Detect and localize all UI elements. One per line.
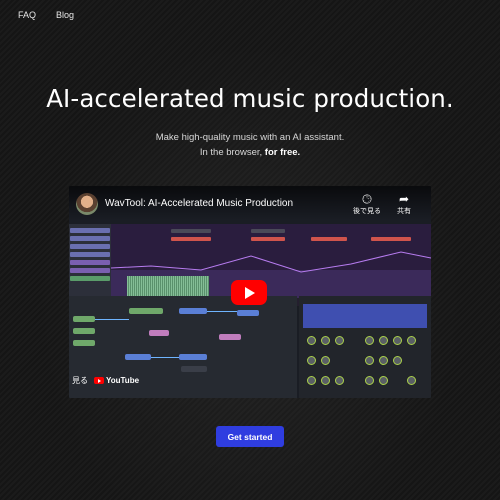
daw-clip [171,229,211,233]
clock-icon: 🕒︎ [362,192,372,206]
graph-node [73,340,95,346]
knob-icon [379,376,388,385]
graph-wire [151,357,179,358]
knob-icon [379,356,388,365]
graph-node [125,354,151,360]
youtube-play-icon [94,377,104,384]
hero-subtitle-prefix: In the browser, [199,147,263,158]
graph-node [179,308,207,314]
watch-later-label: 後で見る [353,208,381,215]
daw-track [70,236,110,241]
video-embed[interactable]: WavTool: AI-Accelerated Music Production… [69,186,431,398]
get-started-button[interactable]: Get started [216,426,284,447]
knob-icon [393,356,402,365]
daw-track [70,252,110,257]
share-icon: ➦ [398,192,410,206]
daw-track [70,276,110,281]
knob-icon [321,356,330,365]
hero-subtitle-line1: Make high-quality music with an AI assis… [155,132,345,143]
play-button[interactable] [231,280,267,305]
nav-blog-link[interactable]: Blog [56,10,74,20]
hero-subtitle: Make high-quality music with an AI assis… [0,130,500,160]
graph-node [149,330,169,336]
daw-clip [311,237,347,241]
graph-wire [207,311,237,312]
knob-icon [407,336,416,345]
knob-icon [393,336,402,345]
youtube-wordmark: YouTube [106,376,140,385]
daw-track-list [69,224,111,298]
graph-node [73,328,95,334]
daw-track [70,244,110,249]
knob-icon [365,376,374,385]
daw-track [70,260,110,265]
watch-on-label: 見る [72,376,88,385]
graph-node [73,316,95,322]
knob-icon [321,376,330,385]
graph-node [237,310,259,316]
knob-icon [365,356,374,365]
knob-icon [307,336,316,345]
daw-track [70,268,110,273]
knob-icon [407,376,416,385]
daw-clip [371,237,411,241]
hero-subtitle-bold: for free. [264,147,301,158]
youtube-logo: YouTube [94,376,139,385]
knob-icon [307,356,316,365]
knob-icon [365,336,374,345]
hero-subtitle-line2: In the browser, for free. [0,145,500,160]
watch-on-youtube-button[interactable]: 見る YouTube [72,375,139,386]
daw-synth-panel [299,296,431,398]
nav-faq-link[interactable]: FAQ [18,10,36,20]
synth-envelope-display [303,304,427,328]
channel-avatar[interactable] [76,193,98,215]
knob-icon [335,376,344,385]
video-title[interactable]: WavTool: AI-Accelerated Music Production [105,198,293,209]
graph-node [179,354,207,360]
hero-headline: AI-accelerated music production. [46,84,454,113]
graph-wire [95,319,129,320]
knob-icon [321,336,330,345]
daw-clip [251,237,285,241]
daw-clip [251,229,285,233]
share-label: 共有 [397,208,411,215]
knob-icon [379,336,388,345]
knob-icon [307,376,316,385]
graph-node [181,366,207,372]
graph-node [129,308,163,314]
top-nav: FAQ Blog [18,10,74,20]
share-button[interactable]: ➦ 共有 [397,192,411,216]
knob-icon [335,336,344,345]
daw-clip [171,237,211,241]
daw-track [70,228,110,233]
watch-later-button[interactable]: 🕒︎ 後で見る [353,192,381,216]
graph-node [219,334,241,340]
daw-automation-curve [111,251,431,273]
